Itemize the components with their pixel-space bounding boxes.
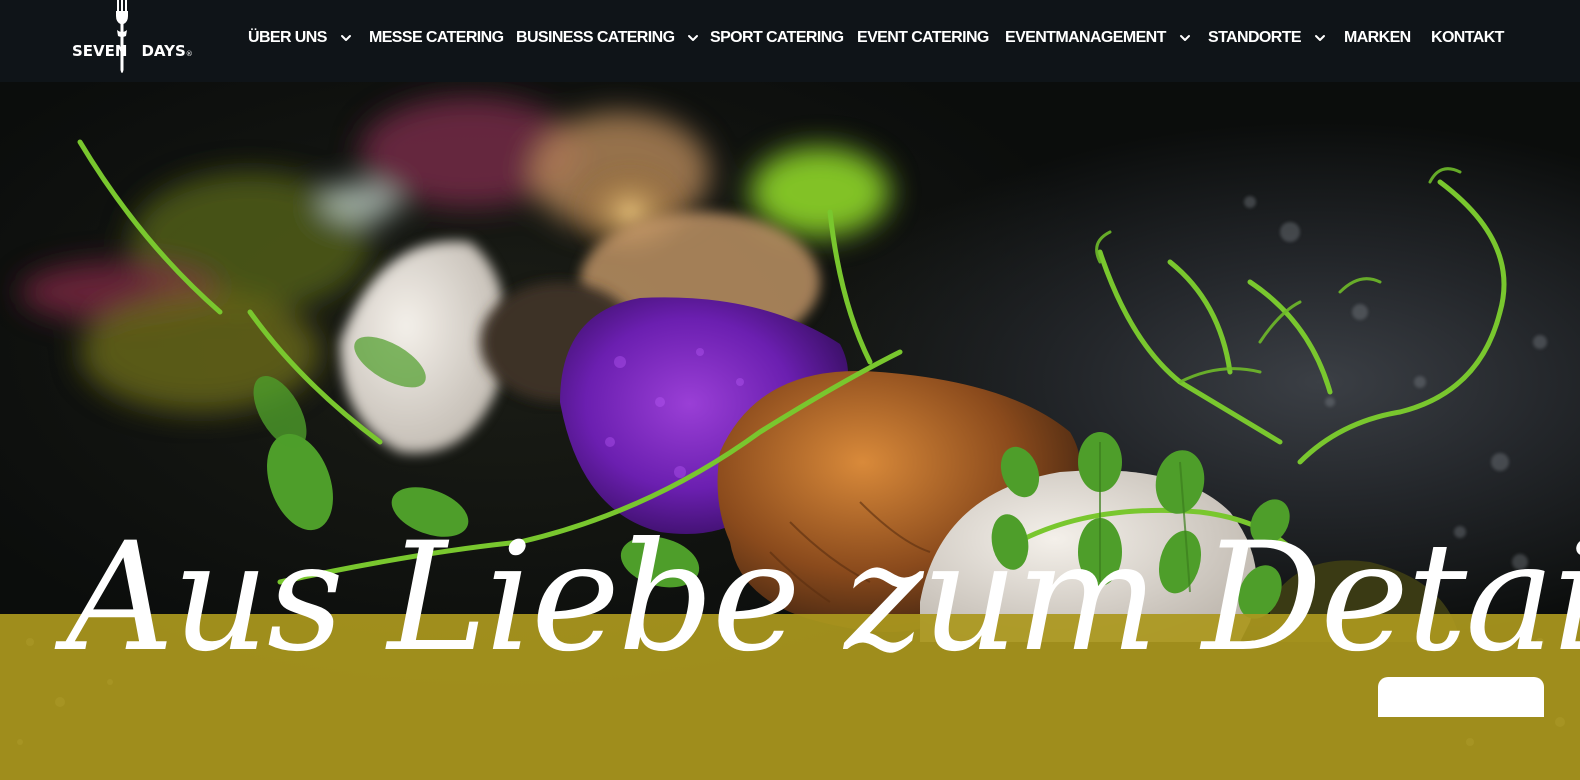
nav-item-event-catering[interactable]: EVENT CATERING [857, 26, 989, 50]
nav-item-marken[interactable]: MARKEN [1344, 26, 1411, 50]
nav-item-label: EVENT CATERING [857, 29, 989, 46]
nav-item-label: MARKEN [1344, 29, 1411, 46]
chevron-down-icon [339, 31, 353, 45]
nav-item-messe-catering[interactable]: MESSE CATERING [369, 26, 504, 50]
seven-days-logo[interactable]: SEVEN DAYS® [72, 0, 193, 78]
logo-word-left: SEVEN [72, 42, 128, 60]
chevron-down-icon [686, 31, 700, 45]
scroll-cta-button[interactable] [1378, 677, 1544, 717]
nav-item-label: KONTAKT [1431, 29, 1504, 46]
site-header: SEVEN DAYS® ÜBER UNS MESSE CATERING BUSIN… [0, 0, 1580, 82]
nav-item-label: STANDORTE [1208, 29, 1302, 46]
logo-wordmark: SEVEN DAYS® [72, 42, 193, 60]
nav-item-sport-catering[interactable]: SPORT CATERING [710, 26, 844, 50]
nav-item-label: ÜBER UNS [248, 29, 327, 46]
hero-tagline: Aus Liebe zum Detail [66, 511, 1580, 685]
nav-item-business-catering[interactable]: BUSINESS CATERING [516, 26, 700, 50]
nav-item-eventmanagement[interactable]: EVENTMANAGEMENT [1005, 26, 1192, 50]
logo-word-right: DAYS [141, 42, 186, 60]
page: SEVEN DAYS® ÜBER UNS MESSE CATERING BUSIN… [0, 0, 1580, 780]
nav-item-label: EVENTMANAGEMENT [1005, 29, 1166, 46]
registered-mark: ® [185, 50, 193, 58]
nav-item-label: MESSE CATERING [369, 29, 504, 46]
chevron-down-icon [1178, 31, 1192, 45]
nav-item-standorte[interactable]: STANDORTE [1208, 26, 1327, 50]
nav-item-label: SPORT CATERING [710, 29, 844, 46]
chevron-down-icon [1313, 31, 1327, 45]
fork-logo-icon [116, 0, 128, 73]
nav-item-kontakt[interactable]: KONTAKT [1431, 26, 1504, 50]
nav-item-label: BUSINESS CATERING [516, 29, 675, 46]
nav-item-ueber-uns[interactable]: ÜBER UNS [248, 26, 353, 50]
